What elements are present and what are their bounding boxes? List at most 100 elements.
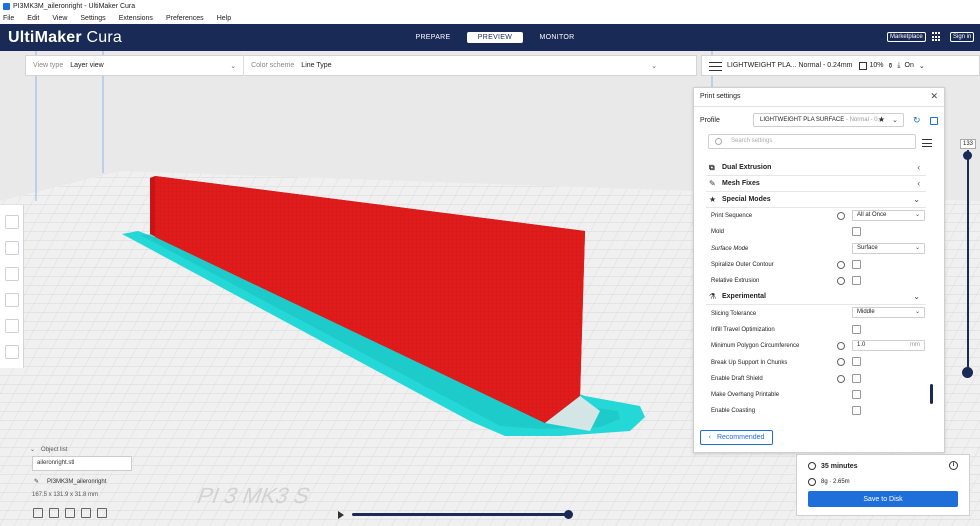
settings-scrollbar[interactable] — [930, 384, 933, 404]
view-type-label: View type — [33, 62, 64, 69]
layer-slider-top-handle[interactable] — [963, 151, 972, 160]
surface-mode-select[interactable]: Surface ⌄ — [852, 242, 925, 254]
settings-visibility-menu-icon[interactable] — [922, 139, 932, 147]
menu-view[interactable]: View — [52, 15, 67, 22]
setting-slicing-tolerance: Slicing Tolerance Middle ⌄ — [706, 305, 926, 321]
support-icon: ⚱ — [887, 62, 894, 70]
setting-spiralize-outer-contour: Spiralize Outer Contour — [706, 257, 926, 273]
menu-preferences[interactable]: Preferences — [166, 15, 204, 22]
layer-number-input[interactable]: 133 — [960, 139, 976, 149]
tab-prepare[interactable]: PREPARE — [405, 32, 461, 43]
link-icon — [835, 210, 847, 222]
star-icon: ★ — [709, 195, 717, 204]
search-settings-input[interactable]: Search settings — [708, 134, 916, 149]
min-polygon-input[interactable]: 1.0 mm — [852, 340, 925, 352]
3d-view-icon[interactable] — [33, 508, 43, 518]
relative-extrusion-checkbox[interactable] — [852, 276, 861, 286]
setting-make-overhang-printable: Make Overhang Printable — [706, 387, 926, 403]
favorite-star-icon[interactable]: ★ — [878, 115, 885, 124]
left-view-icon[interactable] — [81, 508, 91, 518]
setting-surface-mode: Surface Mode Surface ⌄ — [706, 241, 926, 257]
front-view-icon[interactable] — [49, 508, 59, 518]
summary-infill: 10% — [869, 62, 884, 69]
cura-app-icon — [3, 2, 10, 10]
support-blocker-icon[interactable] — [4, 345, 19, 359]
print-setup-summary[interactable]: LIGHTWEIGHT PLA... Normal - 0.24mm 10% ⚱… — [701, 55, 980, 76]
chevron-down-icon: ⌄ — [892, 117, 898, 124]
search-icon — [715, 138, 722, 145]
coasting-checkbox[interactable] — [852, 406, 861, 416]
link-icon — [835, 340, 847, 352]
menu-file[interactable]: File — [3, 15, 14, 22]
apps-grid-icon[interactable] — [932, 32, 942, 42]
color-scheme-chevron-icon[interactable]: ⌄ — [651, 62, 657, 70]
view-type-dropdown[interactable]: Layer view — [70, 62, 230, 69]
save-to-disk-button[interactable]: Save to Disk — [808, 491, 958, 507]
reset-icon[interactable]: ↻ — [913, 115, 921, 126]
close-icon[interactable]: ✕ — [930, 91, 938, 102]
mold-checkbox[interactable] — [852, 227, 861, 237]
profile-dropdown[interactable]: LIGHTWEIGHT PLA SURFACE - Normal - 0... … — [753, 113, 904, 127]
view-type-chevron-icon[interactable]: ⌄ — [230, 62, 236, 70]
object-list-item[interactable]: aileronright.stl — [32, 456, 132, 471]
material-estimate: 8g · 2.65m — [821, 479, 850, 485]
break-up-support-checkbox[interactable] — [852, 357, 861, 367]
recommended-button[interactable]: ‹ Recommended — [700, 430, 773, 445]
sliders-icon — [709, 61, 722, 71]
setting-infill-travel-optimization: Infill Travel Optimization — [706, 322, 926, 338]
draft-shield-checkbox[interactable] — [852, 373, 861, 383]
rotate-tool-icon[interactable] — [4, 267, 19, 281]
marketplace-button[interactable]: Marketplace — [887, 32, 926, 42]
scale-tool-icon[interactable] — [4, 241, 19, 255]
menu-settings[interactable]: Settings — [80, 15, 105, 22]
color-scheme-dropdown[interactable]: Line Type — [301, 62, 651, 69]
stage-tabs: PREPARE PREVIEW MONITOR — [405, 32, 585, 43]
right-view-icon[interactable] — [97, 508, 107, 518]
overhang-printable-checkbox[interactable] — [852, 389, 861, 399]
profile-suffix: - Normal - 0... — [844, 117, 883, 123]
path-slider-handle[interactable] — [564, 510, 573, 519]
menu-help[interactable]: Help — [217, 15, 231, 22]
setting-print-sequence: Print Sequence All at Once ⌄ — [706, 208, 926, 224]
print-settings-panel: Print settings ✕ Profile LIGHTWEIGHT PLA… — [693, 87, 945, 453]
play-icon[interactable] — [338, 511, 344, 519]
menu-extensions[interactable]: Extensions — [119, 15, 153, 22]
link-icon — [835, 259, 847, 271]
job-name[interactable]: ✎ PI3MK3M_aileronright — [34, 478, 106, 485]
layer-slider-bottom-handle[interactable] — [962, 367, 973, 378]
per-model-settings-icon[interactable] — [4, 319, 19, 333]
save-profile-icon[interactable] — [930, 117, 938, 125]
move-tool-icon[interactable] — [4, 215, 19, 229]
tab-monitor[interactable]: MONITOR — [529, 32, 585, 43]
category-mesh-fixes[interactable]: ✎ Mesh Fixes ‹ — [706, 176, 926, 192]
print-sequence-select[interactable]: All at Once ⌄ — [852, 210, 925, 221]
category-experimental[interactable]: ⚗ Experimental ⌄ — [706, 289, 926, 306]
info-icon[interactable]: i — [949, 461, 958, 470]
category-special-modes[interactable]: ★ Special Modes ⌄ — [706, 192, 926, 208]
menu-edit[interactable]: Edit — [27, 15, 39, 22]
camera-view-buttons — [33, 508, 113, 518]
tab-preview[interactable]: PREVIEW — [467, 32, 523, 43]
setting-relative-extrusion: Relative Extrusion — [706, 273, 926, 289]
flask-icon: ⚗ — [709, 292, 717, 302]
link-icon — [835, 356, 847, 369]
infill-travel-checkbox[interactable] — [852, 324, 861, 334]
menubar: File Edit View Settings Extensions Prefe… — [0, 12, 980, 24]
top-view-icon[interactable] — [65, 508, 75, 518]
category-dual-extrusion[interactable]: ⧉ Dual Extrusion ‹ — [706, 160, 926, 176]
slicing-tolerance-select[interactable]: Middle ⌄ — [852, 307, 925, 319]
profile-label: Profile — [700, 117, 720, 124]
window-titlebar: PI3MK3M_aileronright - UltiMaker Cura — [0, 0, 980, 12]
sign-in-button[interactable]: Sign in — [950, 32, 975, 42]
window-title: PI3MK3M_aileronright - UltiMaker Cura — [13, 2, 136, 10]
object-dimensions: 167.5 x 131.9 x 31.8 mm — [32, 492, 99, 498]
path-slider-track[interactable] — [352, 513, 570, 516]
layer-slider-track[interactable] — [967, 150, 969, 374]
object-list-toggle[interactable]: ⌄ Object list — [30, 446, 67, 453]
chevron-down-icon: ⌄ — [913, 195, 920, 204]
profile-name: LIGHTWEIGHT PLA SURFACE — [760, 117, 845, 123]
summary-adhesion: On — [904, 62, 914, 69]
mirror-tool-icon[interactable] — [4, 293, 19, 307]
spiralize-checkbox[interactable] — [852, 259, 861, 269]
chevron-down-icon: ⌄ — [30, 447, 36, 453]
